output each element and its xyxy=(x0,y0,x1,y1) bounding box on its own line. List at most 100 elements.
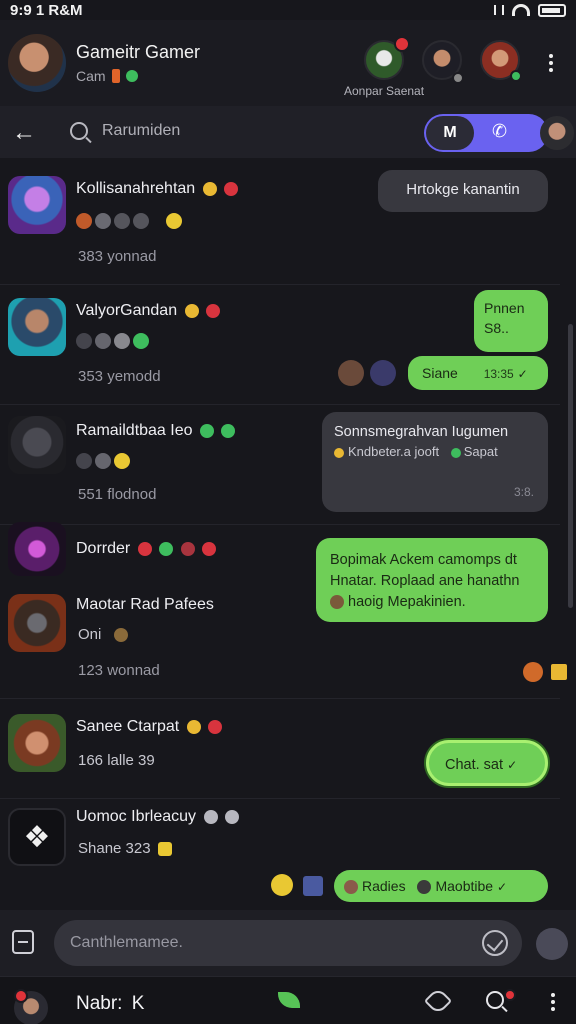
reaction-icons xyxy=(76,212,185,230)
message-bubble[interactable]: Sonnsmegrahvan Iugumen Kndbeter.a jooft … xyxy=(322,412,548,512)
message-subtext: Kndbeter.a jooft Sapat xyxy=(334,442,536,462)
attach-icon[interactable] xyxy=(12,930,34,954)
contact-name[interactable]: Dorrder xyxy=(76,540,217,558)
contact-name[interactable]: ValyorGandan xyxy=(76,302,221,320)
read-check-icon: ✓ xyxy=(496,880,508,894)
group-avatar[interactable] xyxy=(8,34,66,92)
contact-name[interactable]: Sanee Ctarpat xyxy=(76,718,223,736)
heart-icon xyxy=(224,181,239,196)
contact-avatar[interactable] xyxy=(8,714,66,772)
search-icon[interactable] xyxy=(486,991,504,1009)
contact-avatar[interactable] xyxy=(8,298,66,356)
message-input[interactable] xyxy=(54,920,522,966)
message-text: Sonnsmegrahvan Iugumen xyxy=(334,424,509,440)
contact-name-text: Uomoc Ibrleacuy xyxy=(76,808,197,825)
back-arrow-icon[interactable]: ← xyxy=(12,119,36,147)
notification-badge xyxy=(504,989,516,1001)
heart-icon xyxy=(202,541,217,556)
video-toggle-button[interactable]: M xyxy=(426,116,474,150)
emoji-icon xyxy=(113,628,128,643)
conversation-list: Kollisanahrehtan 383 yonnad Hrtokge kana… xyxy=(0,158,576,910)
emoji-picker-icon[interactable] xyxy=(482,930,508,956)
contact-status: Oni xyxy=(78,626,128,643)
notification-badge xyxy=(394,36,410,52)
caller-avatar[interactable] xyxy=(540,116,574,150)
search-icon xyxy=(70,122,88,140)
online-icon xyxy=(125,70,138,82)
chat-header: Gameitr Gamer Cam Aonpar Saenat xyxy=(0,20,576,106)
phone-icon[interactable]: ✆ xyxy=(492,121,507,142)
group-subtitle: Cam xyxy=(76,68,138,84)
tag-icon[interactable] xyxy=(423,986,453,1016)
scrollbar[interactable] xyxy=(568,324,573,608)
message-text: Pnnen xyxy=(484,300,525,316)
contact-name[interactable]: Uomoc Ibrleacuy xyxy=(76,808,239,826)
composer-bar xyxy=(0,910,576,976)
last-seen: 383 yonnad xyxy=(78,248,157,265)
contact-avatar[interactable]: ❖ xyxy=(8,808,66,866)
signal-icon xyxy=(494,5,504,15)
emoji-icon xyxy=(157,842,172,857)
bottom-nav: Nabr: K xyxy=(0,976,576,1024)
more-options-icon[interactable] xyxy=(550,993,556,1011)
message-text: Maobtibe xyxy=(435,878,494,894)
message-text: Bopimak Ackem camomps dt xyxy=(330,552,517,568)
message-text: haoig Mepakinien. xyxy=(330,592,534,613)
row-divider xyxy=(0,404,560,405)
contact-name-text: Dorrder xyxy=(76,540,131,557)
reaction-icons xyxy=(76,332,152,350)
message-bubble[interactable]: Pnnen S8.. xyxy=(474,290,548,352)
search-bar: ← Rarumiden M ✆ xyxy=(0,106,576,158)
message-bubble[interactable]: Radies Maobtibe ✓ xyxy=(334,870,548,902)
reaction-icon xyxy=(303,876,323,896)
message-bubble[interactable]: Chat. sat ✓ xyxy=(426,740,548,786)
reader-avatar xyxy=(370,360,396,386)
emoji-icon xyxy=(186,719,201,734)
message-bubble[interactable]: Siane 13:35 ✓ xyxy=(408,356,548,390)
last-seen: 166 lalle 39 xyxy=(78,752,155,769)
message-bubble[interactable]: Hrtokge kanantin xyxy=(378,170,548,212)
search-input[interactable]: Rarumiden xyxy=(102,122,180,140)
status-flag-icon xyxy=(111,69,120,83)
reaction-icon xyxy=(271,874,293,896)
contact-avatar[interactable] xyxy=(8,416,66,474)
battery-icon xyxy=(538,3,566,17)
message-time: 13:35 xyxy=(483,367,514,381)
sticker-icon[interactable] xyxy=(536,928,568,960)
status-time: 9:9 1 R&M xyxy=(10,1,83,19)
row-divider xyxy=(0,798,560,799)
message-text: Chat. sat xyxy=(445,757,504,773)
contact-name[interactable]: Maotar Rad Pafees xyxy=(76,596,214,614)
emoji-icon xyxy=(202,181,217,196)
contact-name-text: Sanee Ctarpat xyxy=(76,718,180,735)
read-check-icon: ✓ xyxy=(517,367,528,381)
more-options-icon[interactable] xyxy=(548,54,554,72)
contact-status: Shane 323 xyxy=(78,840,172,857)
message-bubble[interactable]: Bopimak Ackem camomps dt Hnatar. Roplaad… xyxy=(316,538,548,622)
emoji-icon xyxy=(184,303,199,318)
reader-avatar xyxy=(338,360,364,386)
message-text: S8.. xyxy=(484,320,509,336)
logo-icon: ❖ xyxy=(23,820,51,854)
reaction-icons xyxy=(76,452,133,470)
profile-name[interactable]: Nabr: K xyxy=(76,993,144,1015)
online-badge xyxy=(510,70,522,82)
row-divider xyxy=(0,284,560,285)
contact-name[interactable]: Kollisanahrehtan xyxy=(76,180,239,198)
status-icons xyxy=(494,3,566,17)
plant-icon xyxy=(221,423,236,438)
contact-avatar[interactable] xyxy=(8,594,66,652)
heart-icon xyxy=(208,719,223,734)
group-subtitle-text: Cam xyxy=(76,68,106,84)
emoji-icon xyxy=(203,809,218,824)
group-title[interactable]: Gameitr Gamer xyxy=(76,42,200,63)
heart-icon xyxy=(180,541,195,556)
reaction-icon xyxy=(523,662,543,682)
contact-name[interactable]: Ramaildtbaa Ieo xyxy=(76,422,236,440)
leaf-icon[interactable] xyxy=(278,992,300,1008)
contact-avatar[interactable] xyxy=(8,522,66,576)
contact-avatar[interactable] xyxy=(8,176,66,234)
message-text: Siane xyxy=(422,365,458,381)
pin-icon xyxy=(551,664,567,680)
plant-icon xyxy=(159,541,174,556)
